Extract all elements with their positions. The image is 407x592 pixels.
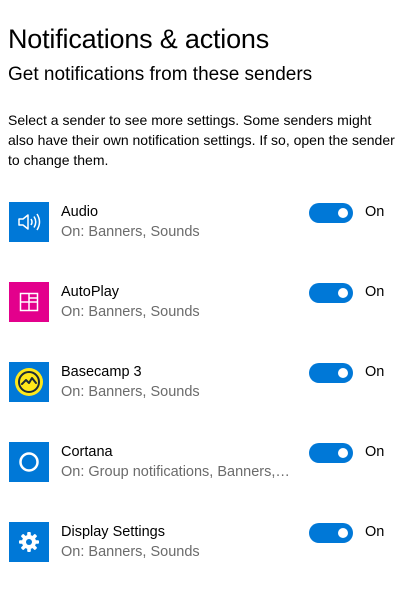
sender-status: On: Banners, Sounds	[61, 384, 200, 400]
toggle-state-label: On	[365, 524, 385, 540]
notifications-toggle-basecamp[interactable]	[309, 363, 353, 383]
sender-name: Display Settings	[61, 524, 165, 540]
sender-status: On: Banners, Sounds	[61, 304, 200, 320]
notifications-toggle-cortana[interactable]	[309, 443, 353, 463]
toggle-state-label: On	[365, 444, 385, 460]
sender-status: On: Banners, Sounds	[61, 544, 200, 560]
sender-name: Audio	[61, 204, 99, 220]
sender-name: Basecamp 3	[61, 364, 142, 380]
notifications-toggle-audio[interactable]	[309, 203, 353, 223]
page-title: Notifications & actions	[8, 24, 270, 54]
toggle-knob	[338, 208, 348, 218]
section-subtitle: Get notifications from these senders	[8, 64, 313, 85]
sender-status: On: Banners, Sounds	[61, 224, 200, 240]
sender-status: On: Group notifications, Banners,…	[61, 464, 290, 480]
cortana-icon	[9, 442, 49, 482]
toggle-knob	[338, 448, 348, 458]
sender-list: Audio On: Banners, Sounds On AutoPlay On…	[0, 192, 407, 592]
notifications-toggle-autoplay[interactable]	[309, 283, 353, 303]
senders-description: Select a sender to see more settings. So…	[8, 112, 395, 168]
toggle-state-label: On	[365, 364, 385, 380]
sender-row-cortana[interactable]: Cortana On: Group notifications, Banners…	[0, 432, 407, 512]
speaker-icon	[9, 202, 49, 242]
toggle-knob	[338, 288, 348, 298]
sender-name: AutoPlay	[61, 284, 120, 300]
gear-icon	[9, 522, 49, 562]
autoplay-icon	[9, 282, 49, 322]
toggle-state-label: On	[365, 284, 385, 300]
toggle-state-label: On	[365, 204, 385, 220]
sender-row-display-settings[interactable]: Display Settings On: Banners, Sounds On	[0, 512, 407, 592]
notifications-toggle-display-settings[interactable]	[309, 523, 353, 543]
sender-row-autoplay[interactable]: AutoPlay On: Banners, Sounds On	[0, 272, 407, 352]
basecamp-icon	[9, 362, 49, 402]
toggle-knob	[338, 528, 348, 538]
sender-row-basecamp[interactable]: Basecamp 3 On: Banners, Sounds On	[0, 352, 407, 432]
toggle-knob	[338, 368, 348, 378]
sender-name: Cortana	[61, 444, 113, 460]
sender-row-audio[interactable]: Audio On: Banners, Sounds On	[0, 192, 407, 272]
